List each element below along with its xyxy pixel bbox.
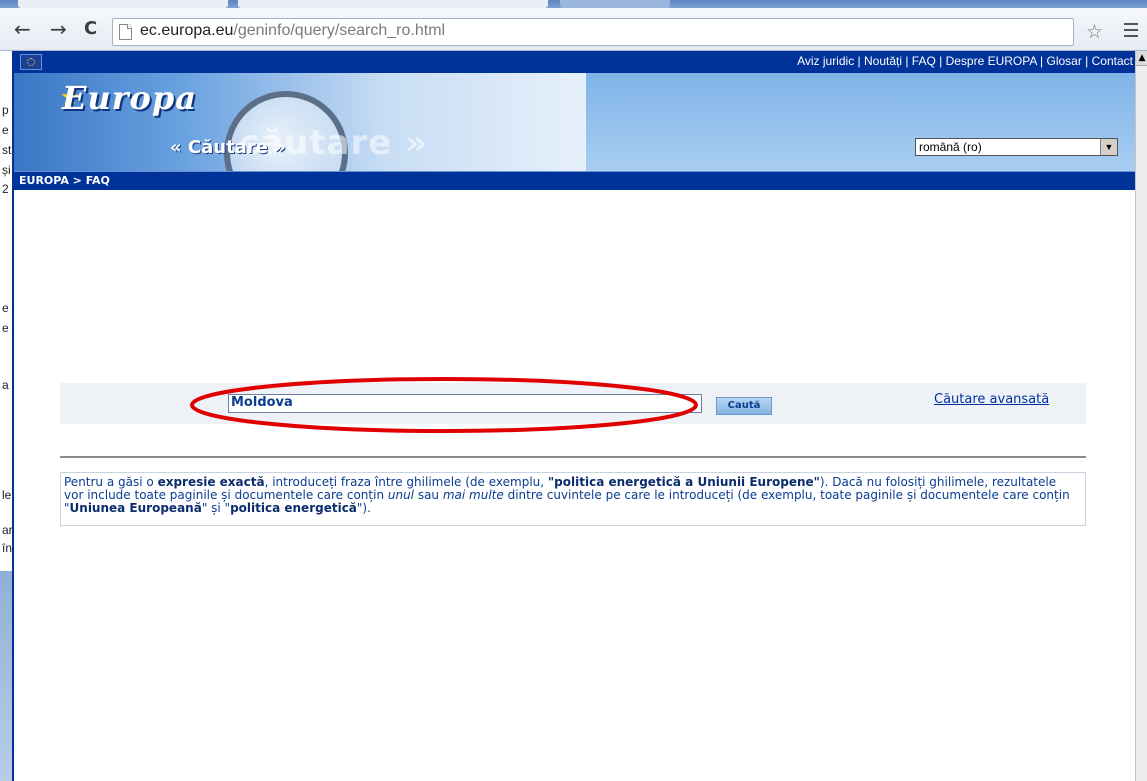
language-select-value: română (ro) xyxy=(919,140,982,154)
back-arrow-icon[interactable]: ← xyxy=(14,18,31,40)
page-icon xyxy=(119,24,132,40)
browser-toolbar: ← → C ec.europa.eu/geninfo/query/search_… xyxy=(0,8,1147,51)
background-window-strip: p e st și 2 e e a le ar în xyxy=(0,51,12,571)
top-links-bar: Aviz juridic | Noutăți | FAQ | Despre EU… xyxy=(14,51,1135,73)
banner: căutare » ★ Europa « Căutare » română (r… xyxy=(14,73,1135,171)
section-title: « Căutare » xyxy=(170,137,286,158)
fragment: și xyxy=(2,163,11,177)
menu-icon[interactable] xyxy=(1124,23,1138,41)
fragment: st xyxy=(2,143,12,157)
browser-tab[interactable] xyxy=(560,0,670,8)
vertical-scrollbar[interactable]: ▲ xyxy=(1135,51,1147,781)
search-button[interactable]: Caută xyxy=(716,397,772,415)
url-text: ec.europa.eu/geninfo/query/search_ro.htm… xyxy=(140,22,446,39)
fragment: ar xyxy=(2,523,12,537)
fragment: 2 xyxy=(2,182,9,196)
fragment: în xyxy=(2,541,12,555)
language-select[interactable]: română (ro) ▼ xyxy=(915,138,1118,156)
fragment: p xyxy=(2,103,9,117)
browser-tab[interactable] xyxy=(18,0,228,8)
top-links[interactable]: Aviz juridic | Noutăți | FAQ | Despre EU… xyxy=(797,54,1133,68)
fragment: e xyxy=(2,321,9,335)
web-page: Aviz juridic | Noutăți | FAQ | Despre EU… xyxy=(12,51,1135,781)
search-help-text: Pentru a găsi o expresie exactă, introdu… xyxy=(64,475,1070,515)
address-bar[interactable]: ec.europa.eu/geninfo/query/search_ro.htm… xyxy=(112,18,1074,46)
red-annotation-oval xyxy=(190,377,698,433)
desktop-background xyxy=(0,571,12,781)
breadcrumb: EUROPA > FAQ xyxy=(14,171,1135,190)
bookmark-star-icon[interactable]: ☆ xyxy=(1086,21,1103,43)
reload-icon[interactable]: C xyxy=(84,18,97,40)
fragment: a xyxy=(2,378,9,392)
breadcrumb-text[interactable]: EUROPA > FAQ xyxy=(19,174,110,187)
fragment: e xyxy=(2,123,9,137)
europa-logo[interactable]: Europa xyxy=(62,79,197,117)
tab-strip xyxy=(0,0,1147,8)
search-help-box: Pentru a găsi o expresie exactă, introdu… xyxy=(60,472,1086,526)
banner-graphic: căutare » ★ Europa « Căutare » xyxy=(14,73,586,171)
fragment: le xyxy=(2,488,12,502)
eu-flag-icon xyxy=(20,54,42,70)
divider xyxy=(60,456,1086,458)
chevron-down-icon[interactable]: ▼ xyxy=(1100,139,1117,155)
forward-arrow-icon[interactable]: → xyxy=(50,18,67,40)
browser-tab[interactable] xyxy=(238,0,548,8)
fragment: e xyxy=(2,301,9,315)
scroll-up-icon[interactable]: ▲ xyxy=(1136,51,1147,66)
advanced-search-link[interactable]: Căutare avansată xyxy=(934,392,1049,407)
